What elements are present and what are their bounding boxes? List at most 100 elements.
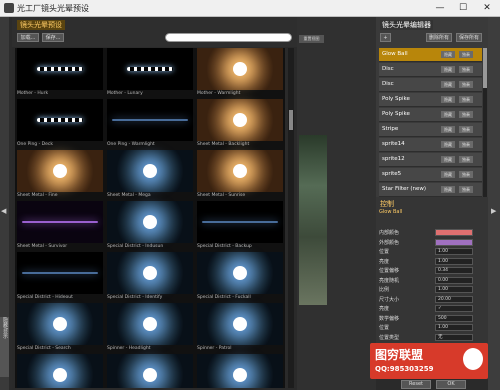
flare-element-row[interactable]: Poly Spike 隐藏 独奏	[379, 108, 482, 122]
solo-element-button[interactable]: 独奏	[459, 51, 473, 58]
library-scrollbar[interactable]	[288, 48, 294, 388]
preset-thumbnail[interactable]	[17, 201, 103, 243]
flare-glow	[233, 368, 247, 382]
flare-element-row[interactable]: sprite14 隐藏 独奏	[379, 138, 482, 152]
preset-thumbnail[interactable]	[17, 252, 103, 294]
hide-element-button[interactable]: 隐藏	[441, 96, 455, 103]
flare-element-row[interactable]: sprite12 隐藏 独奏	[379, 153, 482, 167]
control-value-field[interactable]: 无	[435, 333, 473, 341]
save-all-button[interactable]: 保存所有	[456, 33, 482, 42]
hide-element-button[interactable]: 隐藏	[441, 141, 455, 148]
control-value-field[interactable]: 20.00	[435, 295, 473, 303]
solo-element-button[interactable]: 独奏	[459, 126, 473, 133]
element-list-scrollbar[interactable]	[483, 48, 487, 198]
ok-button[interactable]: OK	[436, 380, 466, 389]
scroll-thumb[interactable]	[483, 48, 487, 88]
flare-glow	[233, 317, 247, 331]
preset-thumbnail[interactable]	[107, 48, 193, 90]
preset-thumbnail[interactable]	[17, 99, 103, 141]
flare-element-name: Disc	[382, 66, 394, 72]
control-value-field[interactable]: 0.34	[435, 267, 473, 274]
preset-thumbnail[interactable]	[17, 48, 103, 90]
preset-thumbnail[interactable]	[197, 354, 283, 388]
preset-thumbnail[interactable]	[197, 150, 283, 192]
solo-element-button[interactable]: 独奏	[459, 156, 473, 163]
control-value-field[interactable]: 1.00	[435, 248, 473, 255]
control-value-field[interactable]: 0.00	[435, 276, 473, 284]
preset-thumbnail[interactable]	[17, 150, 103, 192]
preview-image	[299, 135, 327, 305]
flare-element-row[interactable]: Star Filter (new) 隐藏 独奏	[379, 183, 482, 197]
collapse-left-icon[interactable]: ◀	[1, 207, 6, 215]
solo-element-button[interactable]: 独奏	[459, 111, 473, 118]
flare-element-row[interactable]: Disc 隐藏 独奏	[379, 78, 482, 92]
left-collapse-bar[interactable]: ◀ 隐藏/显示	[0, 17, 9, 390]
collapse-right-icon[interactable]: ▶	[491, 207, 496, 215]
flare-element-row[interactable]: Stripe 隐藏 独奏	[379, 123, 482, 137]
control-value-field[interactable]: 1.00	[435, 286, 473, 293]
preset-thumbnail[interactable]	[17, 354, 103, 388]
right-collapse-bar[interactable]: ▶	[488, 17, 500, 390]
minimize-button[interactable]: —	[433, 2, 447, 14]
control-value-field[interactable]: 1.00	[435, 324, 473, 331]
preset-thumbnail[interactable]	[107, 252, 193, 294]
hide-element-button[interactable]: 隐藏	[441, 156, 455, 163]
flare-element-name: Glow Ball	[382, 51, 408, 57]
solo-element-button[interactable]: 独奏	[459, 141, 473, 148]
load-button[interactable]: 加载...	[17, 33, 39, 42]
preview-mode-button[interactable]: 重置视图	[299, 35, 324, 43]
reset-button[interactable]: Reset	[401, 380, 431, 389]
preset-thumbnail[interactable]	[197, 201, 283, 243]
preset-thumbnail[interactable]	[107, 201, 193, 243]
flare-editor-panel: 镜头光晕编辑器 + 删除所有 保存所有 Glow Ball 隐藏 独奏 Disc 隐藏独…	[376, 17, 488, 198]
preset-thumbnail[interactable]	[107, 150, 193, 192]
flare-element-row[interactable]: sprite5 隐藏 独奏	[379, 168, 482, 182]
close-button[interactable]: ✕	[480, 2, 494, 14]
solo-element-button[interactable]: 独奏	[459, 186, 473, 193]
save-button[interactable]: 保存...	[42, 33, 64, 42]
footer-bar: Reset OK	[376, 379, 488, 390]
add-element-button[interactable]: +	[380, 33, 391, 42]
control-value-field[interactable]: 500	[435, 314, 473, 322]
hide-element-button[interactable]: 隐藏	[441, 66, 455, 73]
solo-element-button[interactable]: 独奏	[459, 81, 473, 88]
watermark-logo: 图穷联盟 QQ:985303259	[370, 343, 488, 379]
solo-element-button[interactable]: 独奏	[459, 96, 473, 103]
hide-element-button[interactable]: 隐藏	[441, 186, 455, 193]
preset-thumbnail[interactable]	[107, 303, 193, 345]
preview-panel: 重置视图	[297, 17, 376, 390]
preset-thumbnail[interactable]	[197, 99, 283, 141]
control-label: 内部颜色	[379, 230, 400, 236]
delete-all-button[interactable]: 删除所有	[426, 33, 452, 42]
preset-name: Sheet Metal - Sunrise	[197, 193, 246, 198]
color-swatch[interactable]	[435, 229, 473, 236]
solo-element-button[interactable]: 独奏	[459, 66, 473, 73]
hide-element-button[interactable]: 隐藏	[441, 126, 455, 133]
preset-thumbnail[interactable]	[197, 252, 283, 294]
preset-thumbnail[interactable]	[107, 99, 193, 141]
preset-thumbnail[interactable]	[107, 354, 193, 388]
preset-thumbnail[interactable]	[197, 303, 283, 345]
preset-thumbnail[interactable]	[197, 48, 283, 90]
hide-element-button[interactable]: 隐藏	[441, 81, 455, 88]
preset-name: Special District - Fuckall	[197, 295, 251, 300]
preset-thumbnail[interactable]	[17, 303, 103, 345]
search-input[interactable]	[165, 33, 292, 42]
flare-element-name: sprite14	[382, 141, 405, 147]
maximize-button[interactable]: ☐	[456, 2, 470, 14]
solo-element-button[interactable]: 独奏	[459, 171, 473, 178]
toggle-library-tab[interactable]: 隐藏/显示	[0, 317, 9, 377]
color-swatch[interactable]	[435, 238, 473, 246]
hide-element-button[interactable]: 隐藏	[441, 111, 455, 118]
control-value-field[interactable]: 1.00	[435, 257, 473, 265]
hide-element-button[interactable]: 隐藏	[441, 51, 455, 58]
scroll-thumb[interactable]	[289, 110, 293, 130]
control-value-field[interactable]: ✓	[435, 305, 473, 312]
flare-element-row[interactable]: Poly Spike 隐藏 独奏	[379, 93, 482, 107]
control-row: 亮度随机 0.00	[379, 276, 484, 285]
hide-element-button[interactable]: 隐藏	[441, 171, 455, 178]
flare-element-row[interactable]: Glow Ball 隐藏 独奏	[379, 48, 482, 62]
control-row: 内部颜色	[379, 229, 484, 237]
flare-glow	[143, 164, 157, 178]
flare-element-row[interactable]: Disc 隐藏 独奏	[379, 63, 482, 77]
